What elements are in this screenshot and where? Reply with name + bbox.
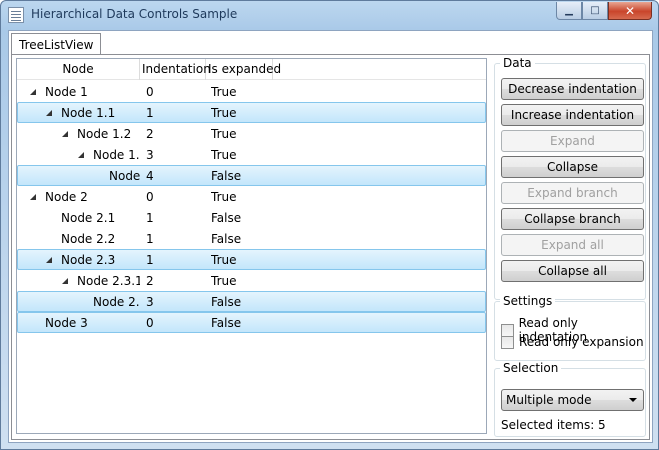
node-cell: Node 2.1 bbox=[61, 211, 116, 225]
is-expanded-cell: True bbox=[211, 274, 237, 288]
node-cell: Node 3 bbox=[45, 316, 88, 330]
is-expanded-cell: True bbox=[211, 190, 237, 204]
read-only-expansion-label: Read only expansion bbox=[519, 335, 644, 349]
table-row[interactable]: Node 1.2 2 True bbox=[17, 123, 486, 144]
indentation-cell: 3 bbox=[146, 148, 154, 162]
expand-branch-button[interactable]: Expand branch bbox=[501, 182, 644, 204]
selected-items-count: Selected items: 5 bbox=[501, 418, 606, 432]
settings-panel: Settings Read only indentation Read only… bbox=[494, 294, 646, 361]
table-row[interactable]: Node 3 0 False bbox=[17, 312, 486, 333]
expand-all-button[interactable]: Expand all bbox=[501, 234, 644, 256]
checkbox-box[interactable] bbox=[501, 335, 514, 349]
expand-button[interactable]: Expand bbox=[501, 130, 644, 152]
minimize-button[interactable]: ▁ bbox=[556, 2, 582, 20]
indentation-cell: 2 bbox=[146, 127, 154, 141]
table-row[interactable]: Node 2.3.1 2 True bbox=[17, 270, 486, 291]
node-cell: Node 1.2 bbox=[77, 127, 132, 141]
caption-buttons: ▁ □ ✕ bbox=[556, 2, 652, 20]
selection-mode-value: Multiple mode bbox=[506, 393, 592, 407]
collapse-branch-button[interactable]: Collapse branch bbox=[501, 208, 644, 230]
indentation-cell: 4 bbox=[146, 169, 154, 183]
indentation-cell: 1 bbox=[146, 106, 154, 120]
indentation-cell: 2 bbox=[146, 274, 154, 288]
node-cell: Node 1.1 bbox=[61, 106, 116, 120]
node-cell: Node 2.3.1 bbox=[77, 274, 140, 288]
close-button[interactable]: ✕ bbox=[608, 2, 652, 20]
indentation-cell: 0 bbox=[146, 85, 154, 99]
table-row[interactable]: Node 2.2 1 False bbox=[17, 228, 486, 249]
table-row[interactable]: Node 1. 3 True bbox=[17, 144, 486, 165]
is-expanded-cell: True bbox=[211, 106, 237, 120]
is-expanded-cell: False bbox=[211, 211, 242, 225]
node-cell: Node 2 bbox=[45, 190, 88, 204]
table-row[interactable]: Node 1.1 1 True bbox=[17, 102, 486, 123]
tab-treelistview[interactable]: TreeListView bbox=[11, 33, 102, 55]
expand-collapse-icon[interactable] bbox=[46, 110, 52, 116]
node-cell: Node 1 bbox=[45, 85, 88, 99]
maximize-button[interactable]: □ bbox=[582, 2, 608, 20]
table-row[interactable]: Node 4 False bbox=[17, 165, 486, 186]
is-expanded-cell: True bbox=[211, 85, 237, 99]
settings-panel-title: Settings bbox=[500, 294, 556, 308]
expand-collapse-icon[interactable] bbox=[30, 89, 36, 95]
is-expanded-cell: True bbox=[211, 127, 237, 141]
data-panel-title: Data bbox=[500, 56, 535, 70]
window-title: Hierarchical Data Controls Sample bbox=[31, 7, 238, 21]
is-expanded-cell: False bbox=[211, 169, 242, 183]
tab-content: Node Indentation Is expanded Node 1 0 True… bbox=[11, 54, 650, 440]
node-cell: Node 1. bbox=[93, 148, 140, 162]
tree-list-view[interactable]: Node Indentation Is expanded Node 1 0 True… bbox=[16, 58, 487, 434]
indentation-cell: 1 bbox=[146, 211, 154, 225]
selection-panel-title: Selection bbox=[500, 361, 562, 375]
app-icon[interactable] bbox=[8, 7, 24, 23]
column-header-node[interactable]: Node bbox=[17, 59, 140, 80]
is-expanded-cell: False bbox=[211, 295, 242, 309]
expand-collapse-icon[interactable] bbox=[46, 257, 52, 263]
selection-panel: Selection Multiple mode Selected items: … bbox=[494, 361, 646, 437]
table-row[interactable]: Node 2 0 True bbox=[17, 186, 486, 207]
table-row[interactable]: Node 2.3 1 True bbox=[17, 249, 486, 270]
collapse-button[interactable]: Collapse bbox=[501, 156, 644, 178]
indentation-cell: 0 bbox=[146, 316, 154, 330]
expand-collapse-icon[interactable] bbox=[62, 278, 68, 284]
expand-collapse-icon[interactable] bbox=[78, 152, 84, 158]
client-area: TreeListView Node Indentation Is expande… bbox=[8, 30, 653, 443]
decrease-indentation-button[interactable]: Decrease indentation bbox=[501, 78, 644, 100]
is-expanded-cell: True bbox=[211, 253, 237, 267]
node-cell: Node 2.2 bbox=[61, 232, 116, 246]
table-row[interactable]: Node 1 0 True bbox=[17, 81, 486, 102]
column-header-indentation[interactable]: Indentation bbox=[140, 59, 211, 80]
indentation-cell: 1 bbox=[146, 253, 154, 267]
collapse-all-button[interactable]: Collapse all bbox=[501, 260, 644, 282]
column-header-row: Node Indentation Is expanded bbox=[17, 59, 486, 80]
expand-collapse-icon[interactable] bbox=[62, 131, 68, 137]
node-cell: Node bbox=[109, 169, 140, 183]
is-expanded-cell: False bbox=[211, 232, 242, 246]
node-cell: Node 2.3 bbox=[61, 253, 116, 267]
indentation-cell: 3 bbox=[146, 295, 154, 309]
selection-mode-select[interactable]: Multiple mode bbox=[501, 389, 644, 411]
column-header-is-expanded[interactable]: Is expanded bbox=[206, 59, 281, 80]
indentation-cell: 1 bbox=[146, 232, 154, 246]
chevron-down-icon bbox=[629, 398, 637, 402]
table-row[interactable]: Node 2.1 1 False bbox=[17, 207, 486, 228]
table-row[interactable]: Node 2. 3 False bbox=[17, 291, 486, 312]
indentation-cell: 0 bbox=[146, 190, 154, 204]
app-window: Hierarchical Data Controls Sample ▁ □ ✕ … bbox=[0, 0, 659, 450]
is-expanded-cell: False bbox=[211, 316, 242, 330]
read-only-expansion-checkbox[interactable]: Read only expansion bbox=[501, 335, 644, 349]
is-expanded-cell: True bbox=[211, 148, 237, 162]
expand-collapse-icon[interactable] bbox=[30, 194, 36, 200]
data-panel: Data Decrease indentation Increase inden… bbox=[494, 56, 646, 300]
increase-indentation-button[interactable]: Increase indentation bbox=[501, 104, 644, 126]
title-bar[interactable]: Hierarchical Data Controls Sample ▁ □ ✕ bbox=[1, 1, 658, 29]
node-cell: Node 2. bbox=[93, 295, 140, 309]
